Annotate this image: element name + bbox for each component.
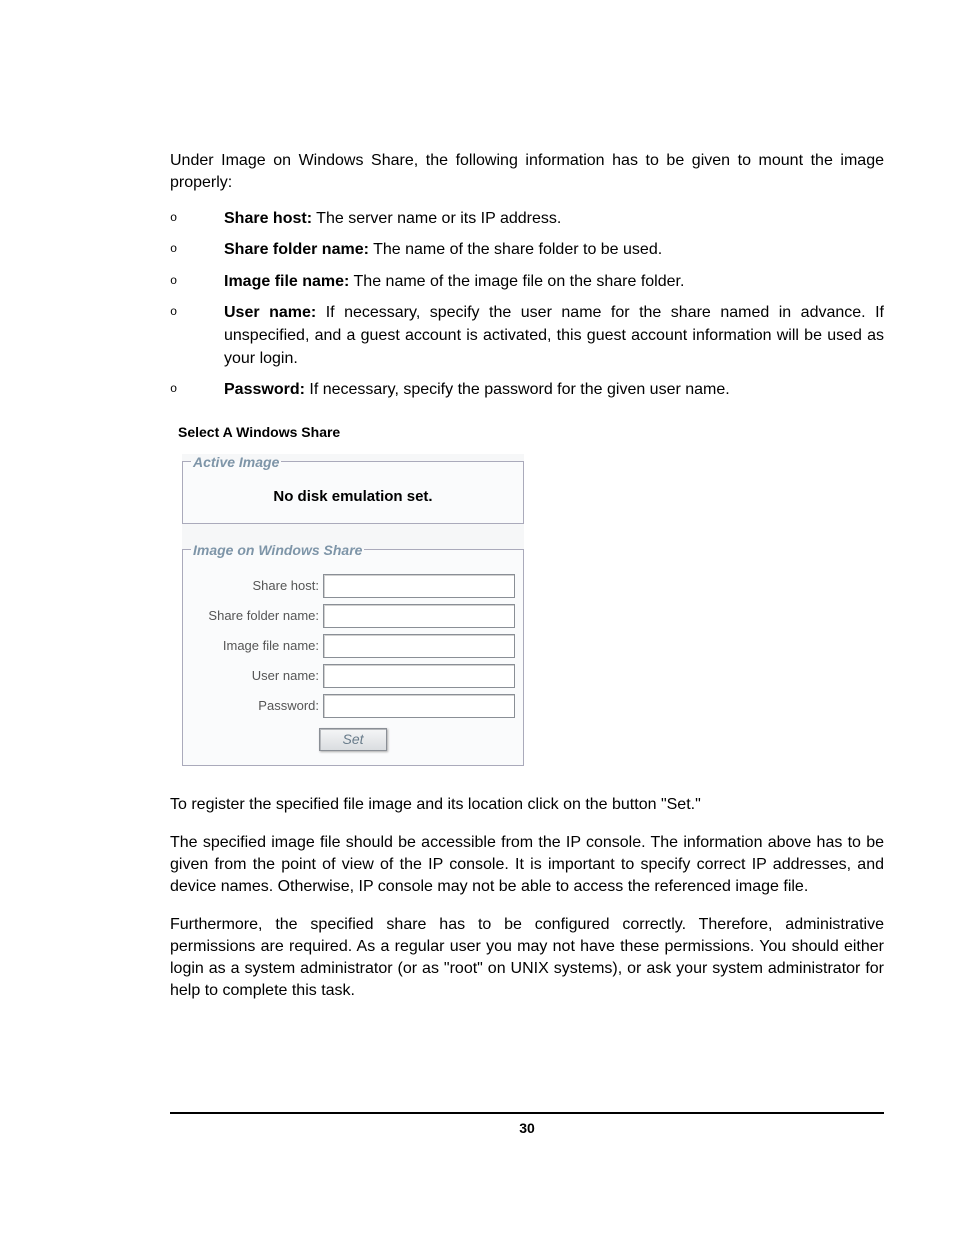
set-button-row: Set: [191, 728, 515, 751]
active-image-legend: Active Image: [191, 454, 281, 470]
bullet-desc: If necessary, specify the user name for …: [224, 304, 884, 367]
document-page: Under Image on Windows Share, the follow…: [0, 0, 954, 1176]
list-item: o Share host: The server name or its IP …: [170, 207, 884, 230]
set-button[interactable]: Set: [319, 728, 387, 751]
paragraph-register: To register the specified file image and…: [170, 794, 884, 816]
page-footer: 30: [170, 1112, 884, 1136]
bullet-label: Image file name:: [224, 273, 349, 290]
password-input[interactable]: [323, 694, 515, 718]
bullet-desc: If necessary, specify the password for t…: [305, 381, 730, 398]
bullet-label: Share folder name:: [224, 241, 369, 258]
form-row-user: User name:: [191, 664, 515, 688]
bullet-text: Share host: The server name or its IP ad…: [224, 207, 884, 230]
bullet-marker: o: [170, 207, 224, 230]
active-image-group: Active Image No disk emulation set.: [182, 454, 524, 524]
bullet-text: User name: If necessary, specify the use…: [224, 301, 884, 371]
windows-share-form: Active Image No disk emulation set. Imag…: [182, 454, 524, 766]
bullet-text: Password: If necessary, specify the pass…: [224, 378, 884, 401]
image-file-label: Image file name:: [191, 638, 323, 653]
bullet-label: Password:: [224, 381, 305, 398]
share-host-input[interactable]: [323, 574, 515, 598]
form-row-share-host: Share host:: [191, 574, 515, 598]
bullet-desc: The server name or its IP address.: [312, 210, 561, 227]
list-item: o User name: If necessary, specify the u…: [170, 301, 884, 371]
bullet-desc: The name of the share folder to be used.: [369, 241, 662, 258]
password-label: Password:: [191, 698, 323, 713]
active-image-status: No disk emulation set.: [191, 480, 515, 509]
list-item: o Share folder name: The name of the sha…: [170, 238, 884, 261]
page-number: 30: [519, 1120, 535, 1136]
user-name-label: User name:: [191, 668, 323, 683]
form-row-image-file: Image file name:: [191, 634, 515, 658]
paragraph-permissions: Furthermore, the specified share has to …: [170, 914, 884, 1002]
share-folder-input[interactable]: [323, 604, 515, 628]
bullet-marker: o: [170, 378, 224, 401]
intro-paragraph: Under Image on Windows Share, the follow…: [170, 150, 884, 193]
bullet-label: Share host:: [224, 210, 312, 227]
share-host-label: Share host:: [191, 578, 323, 593]
paragraph-access: The specified image file should be acces…: [170, 832, 884, 898]
form-row-password: Password:: [191, 694, 515, 718]
bullet-marker: o: [170, 270, 224, 293]
bullet-list: o Share host: The server name or its IP …: [170, 207, 884, 401]
bullet-marker: o: [170, 301, 224, 371]
figure-caption: Select A Windows Share: [178, 424, 884, 440]
list-item: o Password: If necessary, specify the pa…: [170, 378, 884, 401]
bullet-text: Share folder name: The name of the share…: [224, 238, 884, 261]
form-row-folder: Share folder name:: [191, 604, 515, 628]
user-name-input[interactable]: [323, 664, 515, 688]
share-group-legend: Image on Windows Share: [191, 542, 364, 558]
bullet-label: User name:: [224, 304, 316, 321]
list-item: o Image file name: The name of the image…: [170, 270, 884, 293]
image-file-input[interactable]: [323, 634, 515, 658]
bullet-marker: o: [170, 238, 224, 261]
share-folder-label: Share folder name:: [191, 608, 323, 623]
bullet-desc: The name of the image file on the share …: [349, 273, 684, 290]
bullet-text: Image file name: The name of the image f…: [224, 270, 884, 293]
image-on-windows-share-group: Image on Windows Share Share host: Share…: [182, 542, 524, 766]
